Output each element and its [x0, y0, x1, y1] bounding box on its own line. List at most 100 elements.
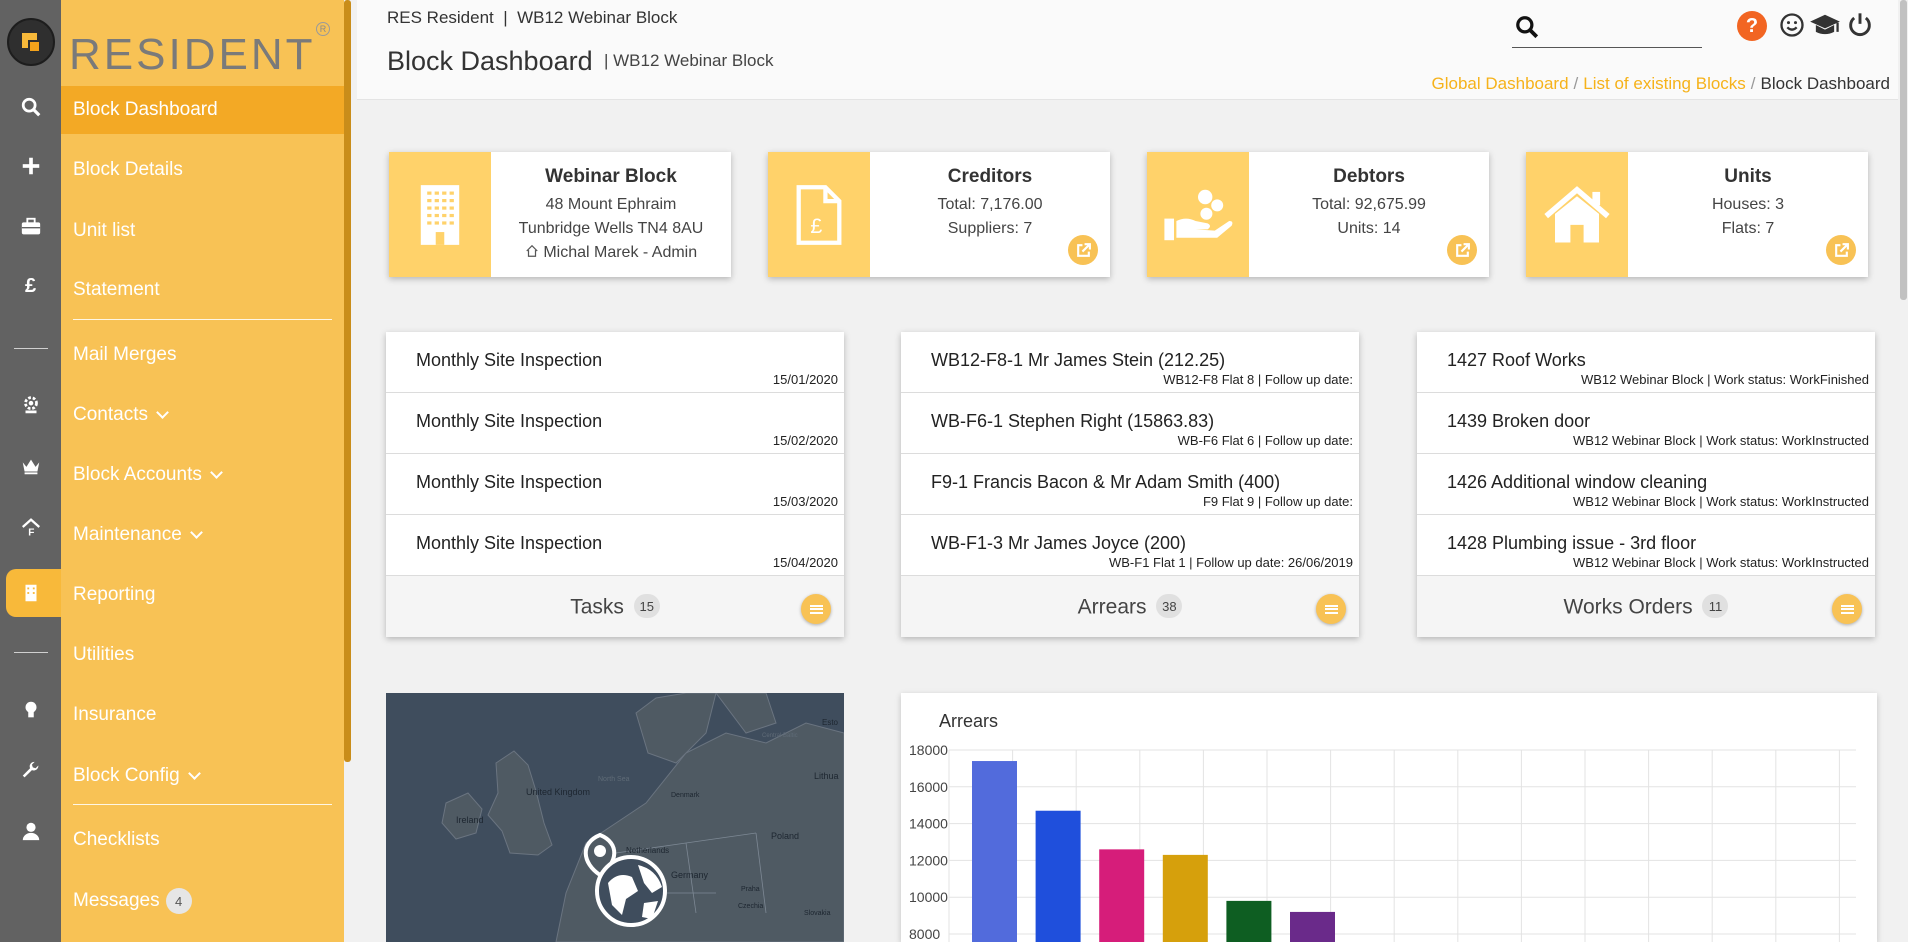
chart-bar[interactable] [1226, 900, 1272, 942]
menu-item-mail-merges[interactable]: Mail Merges [61, 331, 344, 379]
task-date: 15/01/2020 [772, 372, 838, 387]
home-icon [526, 244, 538, 257]
y-tick-label: 10000 [909, 889, 948, 905]
external-link-icon[interactable] [1447, 235, 1477, 265]
panel-menu-button[interactable] [801, 594, 831, 624]
menu-item-block-accounts[interactable]: Block Accounts [61, 451, 344, 499]
chart-bar[interactable] [1290, 911, 1335, 942]
help-icon[interactable]: ? [1737, 11, 1767, 41]
menu-item-label: Block Dashboard [73, 99, 218, 120]
search-icon[interactable] [0, 87, 61, 127]
map-label: Czechia [738, 903, 763, 910]
rail-separator [14, 652, 48, 653]
page-scrollbar-thumb[interactable] [1900, 0, 1907, 300]
list-item[interactable]: 1427 Roof Works WB12 Webinar Block | Work… [1417, 332, 1875, 393]
external-link-icon[interactable] [1068, 235, 1098, 265]
lightbulb-icon[interactable] [0, 690, 61, 730]
location-map[interactable]: United Kingdom Ireland North Sea Denmark… [386, 693, 844, 942]
card-title: Webinar Block [545, 166, 677, 187]
arrear-title: WB-F6-1 Stephen Right (15863.83) [931, 411, 1215, 431]
plus-icon[interactable] [0, 146, 61, 186]
crown-icon[interactable] [0, 446, 61, 486]
graduation-cap-icon[interactable] [1808, 10, 1842, 40]
briefcase-icon[interactable] [0, 207, 61, 247]
list-item[interactable]: WB12-F8-1 Mr James Stein (212.25) WB12-F8… [901, 332, 1359, 393]
menu-item-label: Block Accounts [73, 464, 202, 485]
menu-item-checklists[interactable]: Checklists [61, 816, 344, 864]
y-tick-label: 14000 [909, 816, 948, 832]
menu-item-utilities[interactable]: Utilities [61, 631, 344, 679]
breadcrumb-current: Block Dashboard [1760, 74, 1890, 93]
work-order-title: 1439 Broken door [1447, 411, 1591, 431]
task-date: 15/02/2020 [772, 433, 838, 448]
list-item[interactable]: WB-F1-3 Mr James Joyce (200) WB-F1 Flat 1… [901, 515, 1359, 576]
panel-menu-button[interactable] [1316, 594, 1346, 624]
menu-scrollbar[interactable] [344, 0, 351, 762]
chart-bar[interactable] [1035, 810, 1081, 942]
list-item[interactable]: Monthly Site Inspection 15/01/2020 [386, 332, 844, 393]
list-item[interactable]: Monthly Site Inspection 15/02/2020 [386, 393, 844, 454]
smiley-icon[interactable] [1777, 10, 1807, 40]
arrear-title: WB-F1-3 Mr James Joyce (200) [931, 533, 1187, 553]
breadcrumb-global-dashboard[interactable]: Global Dashboard [1432, 74, 1569, 93]
breadcrumb-separator: / [1750, 74, 1756, 93]
panel-menu-button[interactable] [1832, 594, 1862, 624]
pound-icon[interactable]: £ [0, 266, 61, 306]
map-label: Ireland [456, 815, 484, 825]
breadcrumb-block-list[interactable]: List of existing Blocks [1583, 74, 1746, 93]
chart-bar[interactable] [1162, 854, 1208, 942]
menu-item-statement[interactable]: Statement [61, 266, 344, 314]
chevron-down-icon [156, 406, 169, 419]
wrench-icon[interactable] [0, 751, 61, 791]
menu-item-reporting[interactable]: Reporting [61, 571, 344, 619]
menu-item-contacts[interactable]: Contacts [61, 391, 344, 439]
list-item[interactable]: 1439 Broken door WB12 Webinar Block | Wor… [1417, 393, 1875, 454]
rail-separator [14, 348, 48, 349]
list-item[interactable]: F9-1 Francis Bacon & Mr Adam Smith (400)… [901, 454, 1359, 515]
building-icon[interactable] [0, 573, 61, 613]
map-label: Central Baltic [762, 733, 798, 739]
menu-item-maintenance[interactable]: Maintenance [61, 511, 344, 559]
menu-item-label: Insurance [73, 704, 157, 725]
list-item[interactable]: 1428 Plumbing issue - 3rd floor WB12 Webi… [1417, 515, 1875, 576]
tasks-panel: Monthly Site Inspection 15/01/2020 Monthl… [386, 332, 844, 637]
power-icon[interactable] [1845, 10, 1875, 40]
list-item[interactable]: Monthly Site Inspection 15/03/2020 [386, 454, 844, 515]
y-tick-label: 12000 [909, 852, 948, 868]
app-logo[interactable] [7, 18, 55, 66]
search-icon[interactable] [1514, 14, 1540, 40]
menu-item-label: Utilities [73, 644, 135, 665]
arrear-title: WB12-F8-1 Mr James Stein (212.25) [931, 350, 1226, 370]
menu-item-block-details[interactable]: Block Details [61, 146, 344, 194]
menu-item-block-config[interactable]: Block Config [61, 752, 344, 800]
creditors-suppliers: Suppliers: 7 [947, 220, 1033, 237]
list-item[interactable]: Monthly Site Inspection 15/04/2020 [386, 515, 844, 576]
brand-logo: RESIDENT [69, 30, 316, 79]
map-label: Lithua [814, 771, 839, 781]
context-label: RES Resident | WB12 Webinar Block [387, 8, 678, 27]
maintenance-house-icon[interactable]: F [0, 507, 61, 547]
chart-bar[interactable] [1099, 849, 1145, 942]
menu-item-messages[interactable]: Messages 4 [61, 877, 344, 925]
arrear-detail: WB12-F8 Flat 8 | Follow up date: [1163, 372, 1353, 387]
chart-bar[interactable] [972, 761, 1017, 942]
menu-item-label: Contacts [73, 404, 148, 425]
gear-person-icon[interactable] [0, 385, 61, 425]
works-label: Works Orders [1563, 595, 1693, 619]
page-scrollbar[interactable] [1898, 0, 1908, 942]
work-order-title: 1427 Roof Works [1447, 350, 1586, 370]
user-icon[interactable] [0, 811, 61, 851]
page-subtitle: | WB12 Webinar Block [604, 51, 774, 70]
task-date: 15/03/2020 [772, 494, 838, 509]
search-input[interactable] [1548, 14, 1698, 40]
list-item[interactable]: WB-F6-1 Stephen Right (15863.83) WB-F6 Fl… [901, 393, 1359, 454]
page-header: RES Resident | WB12 Webinar Block Block … [357, 0, 1908, 100]
y-tick-label: 16000 [909, 779, 948, 795]
map-label: Esto [822, 718, 839, 727]
list-item[interactable]: 1426 Additional window cleaning WB12 Webi… [1417, 454, 1875, 515]
menu-item-insurance[interactable]: Insurance [61, 691, 344, 739]
external-link-icon[interactable] [1826, 235, 1856, 265]
menu-item-block-dashboard[interactable]: Block Dashboard [61, 86, 344, 134]
menu-item-unit-list[interactable]: Unit list [61, 207, 344, 255]
y-tick-label: 18000 [909, 742, 948, 758]
